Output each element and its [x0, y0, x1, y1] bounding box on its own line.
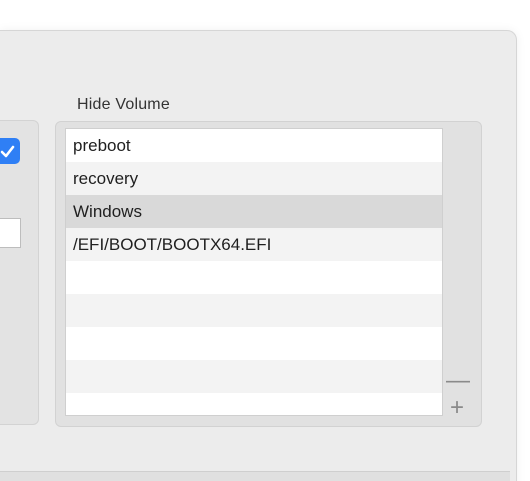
option-checkbox[interactable] [0, 138, 20, 164]
empty-row [66, 327, 442, 360]
left-options-group [0, 120, 39, 425]
remove-item-button[interactable]: — [446, 369, 470, 393]
list-item[interactable]: recovery [66, 162, 442, 195]
add-item-button[interactable]: + [446, 396, 468, 420]
empty-row [66, 294, 442, 327]
empty-row [66, 393, 442, 415]
list-item[interactable]: /EFI/BOOT/BOOTX64.EFI [66, 228, 442, 261]
left-text-field[interactable] [0, 218, 21, 248]
list-item[interactable]: preboot [66, 129, 442, 162]
bottom-panel [0, 471, 510, 481]
hide-volume-list[interactable]: preboot recovery Windows /EFI/BOOT/BOOTX… [65, 128, 443, 416]
list-item-selected[interactable]: Windows [66, 195, 442, 228]
empty-row [66, 360, 442, 393]
screenshot-stage: Hide Volume preboot recovery Windows /EF… [0, 0, 530, 481]
empty-row [66, 261, 442, 294]
hide-volume-title: Hide Volume [77, 96, 170, 113]
checkmark-icon [0, 145, 15, 158]
